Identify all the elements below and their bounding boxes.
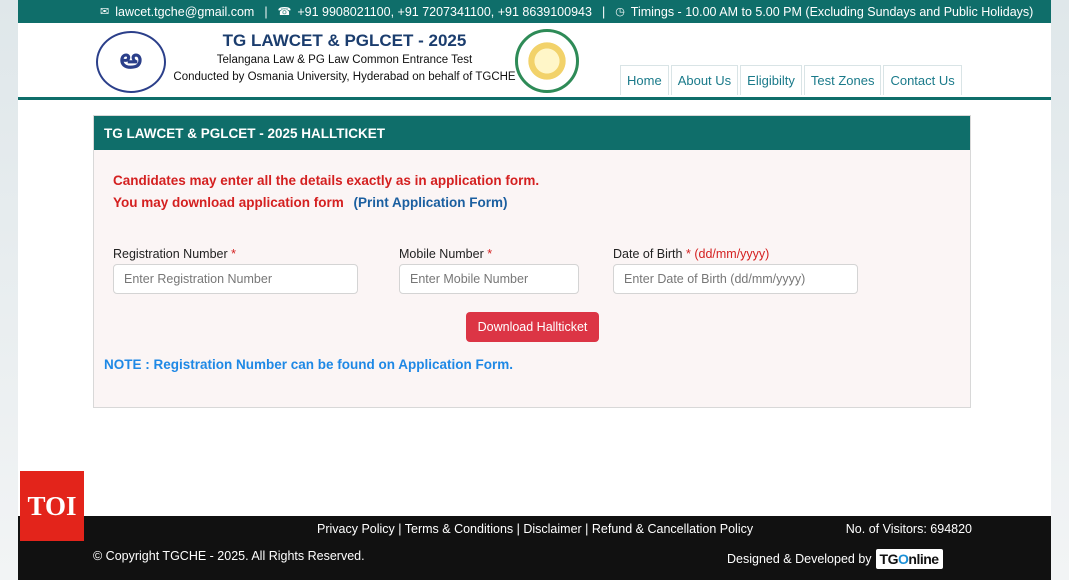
developer-credit-text: Designed & Developed by	[727, 552, 872, 566]
divider: |	[601, 4, 606, 19]
divider: |	[264, 4, 268, 19]
site-subtitle: Telangana Law & PG Law Common Entrance T…	[216, 54, 473, 66]
main-nav: Home About Us Eligibilty Test Zones Cont…	[620, 65, 962, 95]
instruction-text: Candidates may enter all the details exa…	[113, 173, 540, 188]
left-backdrop	[0, 0, 18, 580]
office-timings: Timings - 10.00 AM to 5.00 PM (Excluding…	[630, 4, 1034, 19]
hallticket-card: TG LAWCET & PGLCET - 2025 HALLTICKET Can…	[93, 115, 971, 408]
dob-field-group: Date of Birth * (dd/mm/yyyy)	[613, 247, 858, 294]
nav-contact-us[interactable]: Contact Us	[883, 65, 962, 95]
contact-phones: +91 9908021100, +91 7207341100, +91 8639…	[297, 4, 592, 19]
registration-note: NOTE : Registration Number can be found …	[104, 357, 514, 372]
mobile-field-group: Mobile Number *	[399, 247, 579, 294]
site-title: TG LAWCET & PGLCET - 2025	[222, 31, 467, 50]
card-heading: TG LAWCET & PGLCET - 2025 HALLTICKET	[94, 116, 970, 150]
tgonline-logo[interactable]: TGOnline	[875, 549, 943, 569]
contact-bar: ✉ lawcet.tgche@gmail.com | ☎ +91 9908021…	[18, 0, 1051, 23]
privacy-policy-link[interactable]: Privacy Policy	[317, 522, 395, 536]
download-instruction-text: You may download application form	[113, 195, 344, 210]
registration-number-input[interactable]	[113, 264, 358, 294]
download-hallticket-button[interactable]: Download Hallticket	[466, 312, 599, 342]
visitor-count: No. of Visitors: 694820	[845, 522, 972, 536]
terms-link[interactable]: Terms & Conditions	[405, 522, 513, 536]
mobile-number-input[interactable]	[399, 264, 579, 294]
copyright: © Copyright TGCHE - 2025. All Rights Res…	[93, 549, 365, 563]
toi-watermark-logo: TOI	[20, 471, 84, 541]
site-header: అ TG LAWCET & PGLCET - 2025 Telangana La…	[18, 23, 1051, 100]
download-instruction: You may download application form (Print…	[113, 195, 508, 210]
mobile-label: Mobile Number *	[399, 247, 493, 261]
print-application-form-link[interactable]: (Print Application Form)	[354, 195, 508, 210]
nav-test-zones[interactable]: Test Zones	[803, 65, 882, 95]
nav-about-us[interactable]: About Us	[670, 65, 739, 95]
refund-policy-link[interactable]: Refund & Cancellation Policy	[592, 522, 753, 536]
envelope-icon: ✉	[100, 6, 110, 18]
brand-block: అ TG LAWCET & PGLCET - 2025 Telangana La…	[92, 27, 588, 97]
conducted-by: Conducted by Osmania University, Hyderab…	[173, 71, 516, 83]
date-of-birth-input[interactable]	[613, 264, 858, 294]
phone-icon: ☎	[277, 6, 292, 18]
registration-field-group: Registration Number *	[113, 247, 358, 294]
dob-label: Date of Birth * (dd/mm/yyyy)	[613, 247, 770, 261]
tgche-logo	[515, 29, 579, 93]
registration-label: Registration Number *	[113, 247, 236, 261]
footer-links: Privacy Policy | Terms & Conditions | Di…	[317, 522, 754, 536]
right-backdrop	[1051, 0, 1069, 580]
clock-icon: ◷	[615, 6, 625, 18]
contact-email[interactable]: lawcet.tgche@gmail.com	[115, 5, 254, 19]
developer-credit: Designed & Developed by TGOnline	[727, 549, 943, 569]
osmania-university-logo: అ	[96, 31, 166, 93]
site-footer: Privacy Policy | Terms & Conditions | Di…	[18, 516, 1051, 580]
nav-home[interactable]: Home	[620, 65, 669, 95]
disclaimer-link[interactable]: Disclaimer	[523, 522, 581, 536]
nav-eligibility[interactable]: Eligibilty	[740, 65, 802, 95]
